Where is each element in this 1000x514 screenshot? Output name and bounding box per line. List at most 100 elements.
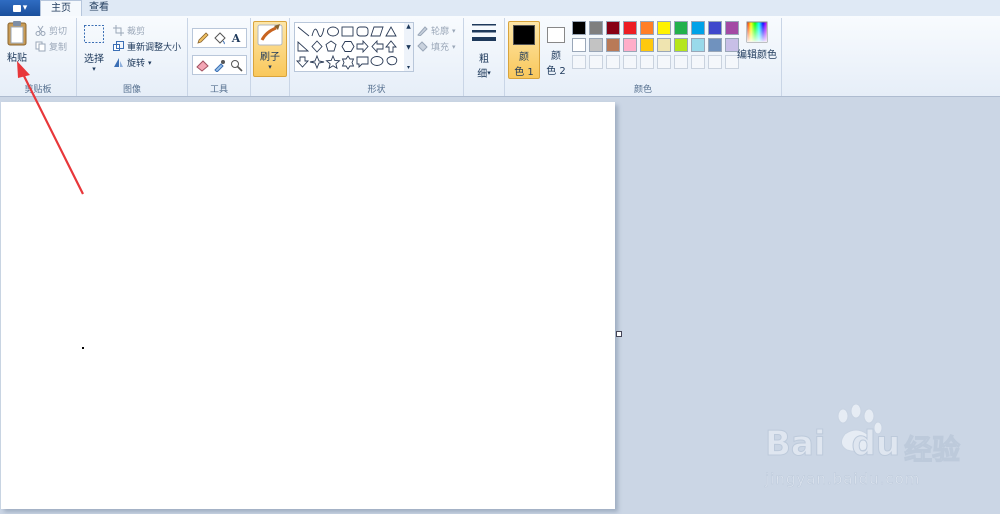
- palette-swatch-empty[interactable]: [691, 55, 705, 69]
- eraser-tool[interactable]: [194, 57, 210, 73]
- color-spectrum-icon: [746, 21, 768, 43]
- color-picker-tool[interactable]: [211, 57, 227, 73]
- color2-button[interactable]: 颜 色 2: [541, 21, 571, 77]
- resize-button[interactable]: 重新调整大小: [113, 40, 181, 53]
- scissors-icon: [35, 25, 46, 36]
- resize-icon: [113, 41, 124, 51]
- outline-brush-icon: [417, 26, 428, 36]
- edit-colors-button[interactable]: 编辑颜色: [737, 21, 777, 61]
- cut-button[interactable]: 剪切: [35, 24, 67, 37]
- group-tools: A 工具: [188, 18, 251, 96]
- group-label-tools: 工具: [209, 85, 228, 95]
- six-point-star-shape-icon: [341, 55, 355, 70]
- palette-swatch[interactable]: [640, 21, 654, 35]
- paint-bucket-icon: [213, 31, 226, 44]
- chevron-up-icon[interactable]: ▲: [406, 23, 411, 30]
- watermark-brand-cn: 经验: [904, 433, 961, 467]
- watermark-brand-text2: du: [851, 424, 901, 465]
- crop-button[interactable]: 裁剪: [113, 24, 145, 37]
- palette-swatch[interactable]: [708, 38, 722, 52]
- fill-button[interactable]: 填充 ▾: [417, 40, 456, 53]
- palette-swatch[interactable]: [691, 38, 705, 52]
- tools-row-2: [192, 55, 247, 75]
- palette-swatch-empty[interactable]: [657, 55, 671, 69]
- palette-swatch-empty[interactable]: [640, 55, 654, 69]
- pencil-tool[interactable]: [194, 30, 210, 46]
- palette-swatch[interactable]: [691, 21, 705, 35]
- fill-label: 填充: [431, 43, 450, 53]
- palette-swatch[interactable]: [708, 21, 722, 35]
- curve-shape-icon: [311, 27, 325, 37]
- color1-label-1: 颜: [519, 52, 529, 63]
- group-colors: 颜 色 1 颜 色 2 编辑颜色 颜色: [505, 18, 782, 96]
- right-arrow-shape-icon: [356, 39, 369, 54]
- select-button[interactable]: 选择 ▾: [81, 24, 107, 73]
- palette-swatch[interactable]: [657, 21, 671, 35]
- chevron-down-icon[interactable]: ▼: [406, 44, 411, 51]
- palette-swatch[interactable]: [623, 21, 637, 35]
- palette-swatch[interactable]: [640, 38, 654, 52]
- outline-button[interactable]: 轮廓 ▾: [417, 24, 456, 37]
- rotate-icon: [114, 58, 123, 67]
- expand-gallery-icon[interactable]: ▾: [407, 64, 410, 71]
- app-menu-button[interactable]: ▾: [0, 0, 40, 16]
- size-label-2: 细 ▾: [477, 65, 491, 81]
- brush-icon: [257, 24, 283, 46]
- shapes-gallery-scroll[interactable]: ▲ ▼ ▾: [404, 22, 414, 72]
- ribbon: 粘贴 剪切 复制 剪贴板 选择 ▾ 裁剪 重新调整大小 旋转 ▾ 图像 A 工具…: [0, 16, 1000, 97]
- magnifier-tool[interactable]: [228, 57, 244, 73]
- text-tool[interactable]: A: [228, 30, 244, 46]
- group-clipboard: 粘贴 剪切 复制 剪贴板: [0, 18, 77, 96]
- size-button[interactable]: 粗 细 ▾: [468, 22, 500, 80]
- group-image: 选择 ▾ 裁剪 重新调整大小 旋转 ▾ 图像: [77, 18, 188, 96]
- palette-swatch-empty[interactable]: [623, 55, 637, 69]
- drawing-canvas[interactable]: [1, 102, 615, 509]
- chevron-down-icon: ▾: [268, 63, 272, 71]
- group-label-shapes: 形状: [367, 85, 386, 95]
- palette-swatch[interactable]: [589, 21, 603, 35]
- group-size: 粗 细 ▾: [464, 18, 505, 96]
- paste-label: 粘贴: [7, 53, 27, 64]
- color1-button[interactable]: 颜 色 1: [508, 21, 540, 79]
- paste-button[interactable]: 粘贴: [4, 20, 30, 64]
- palette-swatch-empty[interactable]: [589, 55, 603, 69]
- color2-swatch: [547, 27, 565, 43]
- rect-callout-shape-icon: [356, 56, 369, 69]
- baidu-watermark: Bai du 经验 jingyan.baidu.com: [765, 404, 965, 494]
- palette-swatch[interactable]: [589, 38, 603, 52]
- palette-swatch[interactable]: [674, 21, 688, 35]
- rotate-button[interactable]: 旋转 ▾: [113, 56, 152, 69]
- clipboard-icon: [7, 21, 27, 46]
- chevron-down-icon: ▾: [148, 58, 152, 67]
- watermark-paw-gap: [826, 424, 852, 468]
- copy-button[interactable]: 复制: [35, 40, 67, 53]
- chevron-down-icon: ▾: [452, 42, 456, 51]
- palette-swatch[interactable]: [674, 38, 688, 52]
- palette-swatch-empty[interactable]: [674, 55, 688, 69]
- palette-swatch[interactable]: [657, 38, 671, 52]
- palette-swatch-empty[interactable]: [708, 55, 722, 69]
- up-arrow-shape-icon: [385, 40, 397, 53]
- palette-swatch[interactable]: [606, 38, 620, 52]
- size-label-2-text: 细: [477, 69, 488, 80]
- watermark-brand-text: Bai: [765, 424, 827, 465]
- rotate-label: 旋转: [127, 59, 146, 69]
- group-label-image: 图像: [122, 85, 141, 95]
- triangle-shape-icon: [385, 26, 397, 37]
- palette-swatch-empty[interactable]: [606, 55, 620, 69]
- fill-tool[interactable]: [211, 30, 227, 46]
- canvas-resize-handle[interactable]: [616, 331, 622, 337]
- chevron-down-icon: ▾: [452, 26, 456, 35]
- brushes-button[interactable]: 刷子 ▾: [253, 21, 287, 77]
- watermark-brand: Bai du 经验: [765, 424, 961, 468]
- ribbon-tab-bar: ▾ 主页 查看: [0, 0, 1000, 18]
- crop-icon: [113, 25, 124, 36]
- palette-swatch[interactable]: [606, 21, 620, 35]
- palette-swatch[interactable]: [572, 38, 586, 52]
- line-size-icon: [472, 24, 496, 41]
- palette-swatch-empty[interactable]: [572, 55, 586, 69]
- tab-view[interactable]: 查看: [82, 0, 116, 16]
- group-brushes: 刷子 ▾: [251, 18, 290, 96]
- palette-swatch[interactable]: [623, 38, 637, 52]
- palette-swatch[interactable]: [572, 21, 586, 35]
